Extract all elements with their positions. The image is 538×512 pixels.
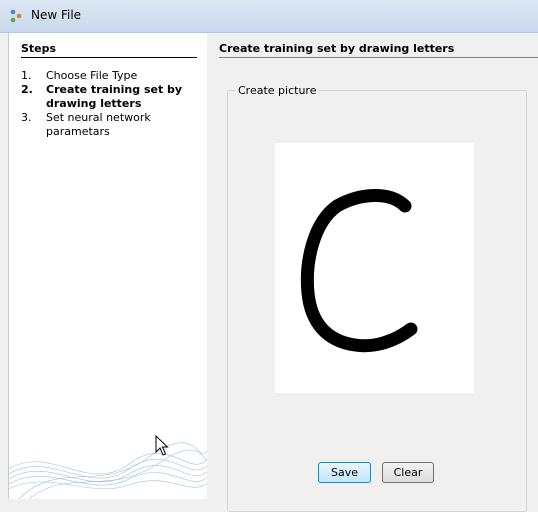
mouse-cursor-icon [155, 435, 169, 456]
group-label: Create picture [236, 84, 319, 97]
step-label: Set neural network parametars [46, 111, 151, 138]
step-label: Choose File Type [46, 69, 138, 82]
steps-title: Steps [21, 42, 57, 55]
step-label: Create training set by drawing letters [46, 83, 183, 110]
save-button[interactable]: Save [318, 462, 371, 483]
step-item-3: 3. Set neural network parametars [21, 111, 201, 139]
app-icon [10, 9, 22, 23]
steps-panel: Steps 1. Choose File Type 2. Create trai… [8, 33, 208, 499]
clear-button[interactable]: Clear [382, 462, 434, 483]
title-bar: New File [0, 0, 538, 33]
wizard-content: Create training set by drawing letters C… [207, 33, 538, 512]
window-title: New File [31, 8, 82, 22]
step-item-2: 2. Create training set by drawing letter… [21, 83, 201, 111]
step-number: 2. [21, 83, 33, 96]
create-picture-group: Create picture Save Clear [227, 84, 527, 512]
step-item-1: 1. Choose File Type [21, 69, 201, 83]
decorative-waves [9, 442, 208, 499]
drawn-letter-c [300, 189, 418, 353]
step-number: 3. [21, 111, 32, 124]
page-title-divider [219, 57, 538, 58]
step-number: 1. [21, 69, 32, 82]
steps-divider [21, 57, 197, 58]
drawing-canvas[interactable] [275, 143, 474, 393]
page-title: Create training set by drawing letters [219, 42, 455, 55]
